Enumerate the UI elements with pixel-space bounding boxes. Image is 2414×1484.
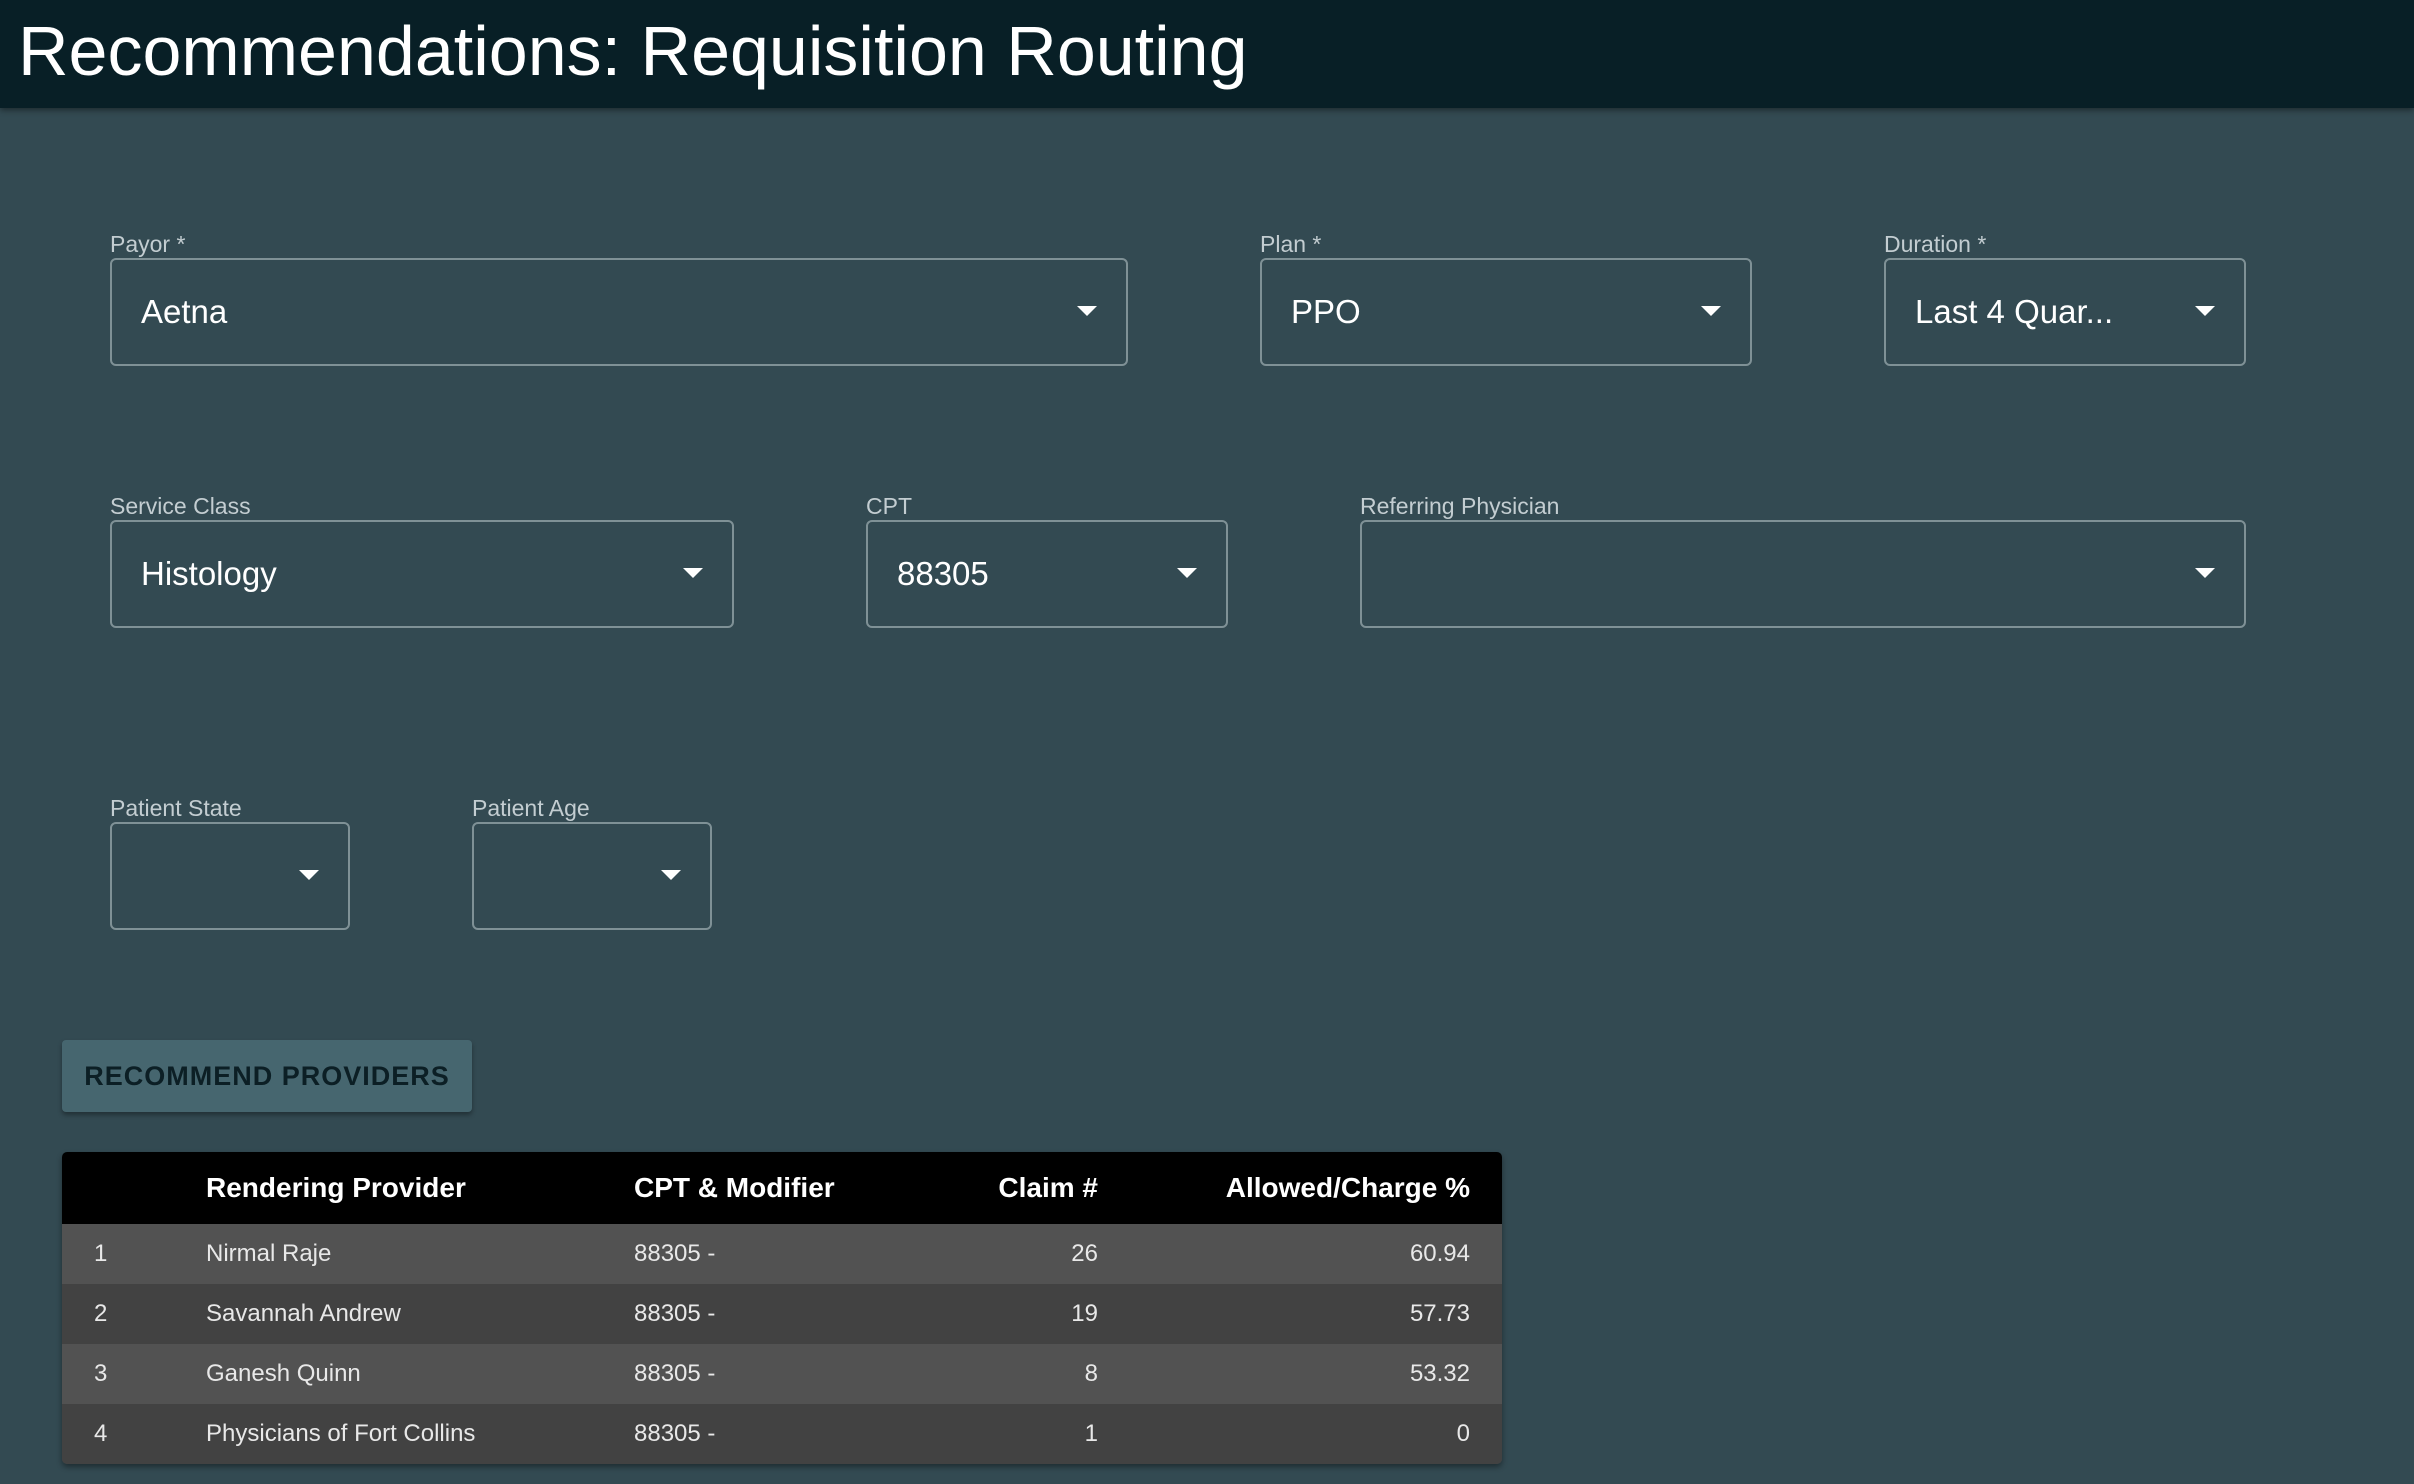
chevron-down-icon[interactable] <box>661 870 681 880</box>
page-title: Recommendations: Requisition Routing <box>18 12 1248 90</box>
chevron-down-icon[interactable] <box>1077 306 1097 316</box>
table-row[interactable]: 2 Savannah Andrew 88305 - 19 57.73 <box>62 1284 1502 1344</box>
row-allowed-charge: 60.94 <box>1409 1240 1470 1267</box>
patient-age-select[interactable] <box>472 822 712 930</box>
chevron-down-icon[interactable] <box>1177 568 1197 578</box>
service-class-label: Service Class <box>110 493 251 519</box>
chevron-down-icon[interactable] <box>2195 568 2215 578</box>
table-row[interactable]: 4 Physicians of Fort Collins 88305 - 1 0 <box>62 1404 1502 1464</box>
cpt-field[interactable]: CPT 88305 <box>866 492 1228 636</box>
table-row[interactable]: 1 Nirmal Raje 88305 - 26 60.94 <box>62 1224 1502 1284</box>
row-rank: 2 <box>94 1300 108 1327</box>
row-allowed-charge: 0 <box>1456 1420 1470 1447</box>
referring-physician-field[interactable]: Referring Physician <box>1360 492 2246 636</box>
service-class-value: Histology <box>141 555 277 592</box>
payor-label: Payor * <box>110 231 186 257</box>
row-provider: Savannah Andrew <box>206 1300 401 1327</box>
patient-age-label: Patient Age <box>472 795 590 821</box>
duration-select[interactable]: Last 4 Quar... <box>1884 258 2246 366</box>
column-header-cpt[interactable]: CPT & Modifier <box>634 1152 835 1224</box>
row-claims: 26 <box>1071 1240 1098 1267</box>
row-allowed-charge: 53.32 <box>1409 1360 1470 1387</box>
payor-value: Aetna <box>141 293 228 330</box>
referring-physician-label: Referring Physician <box>1360 493 1560 519</box>
chevron-down-icon[interactable] <box>1701 306 1721 316</box>
row-claims: 8 <box>1084 1360 1098 1387</box>
row-rank: 3 <box>94 1360 108 1387</box>
payor-select[interactable]: Aetna <box>110 258 1128 366</box>
row-claims: 19 <box>1071 1300 1098 1327</box>
patient-state-select[interactable] <box>110 822 350 930</box>
payor-field[interactable]: Payor * Aetna <box>110 230 1128 374</box>
plan-field[interactable]: Plan * PPO <box>1260 230 1752 374</box>
plan-value: PPO <box>1291 293 1361 330</box>
chevron-down-icon[interactable] <box>2195 306 2215 316</box>
patient-state-label: Patient State <box>110 795 242 821</box>
cpt-select[interactable]: 88305 <box>866 520 1228 628</box>
column-header-allowed-charge[interactable]: Allowed/Charge % <box>1226 1152 1470 1224</box>
row-cpt: 88305 - <box>634 1240 716 1267</box>
service-class-field[interactable]: Service Class Histology <box>110 492 734 636</box>
service-class-select[interactable]: Histology <box>110 520 734 628</box>
table-header: Rendering Provider CPT & Modifier Claim … <box>62 1152 1502 1224</box>
column-header-claims[interactable]: Claim # <box>998 1152 1098 1224</box>
chevron-down-icon[interactable] <box>683 568 703 578</box>
duration-field[interactable]: Duration * Last 4 Quar... <box>1884 230 2246 374</box>
row-claims: 1 <box>1084 1420 1098 1447</box>
cpt-value: 88305 <box>897 555 989 592</box>
row-cpt: 88305 - <box>634 1360 716 1387</box>
duration-value: Last 4 Quar... <box>1915 293 2114 330</box>
row-provider: Nirmal Raje <box>206 1240 332 1267</box>
row-rank: 4 <box>94 1420 108 1447</box>
plan-label: Plan * <box>1260 231 1322 257</box>
column-header-provider[interactable]: Rendering Provider <box>206 1152 466 1224</box>
providers-table: Rendering Provider CPT & Modifier Claim … <box>62 1152 1502 1464</box>
chevron-down-icon[interactable] <box>299 870 319 880</box>
cpt-label: CPT <box>866 493 912 519</box>
referring-physician-select[interactable] <box>1360 520 2246 628</box>
duration-label: Duration * <box>1884 231 1987 257</box>
app-header: Recommendations: Requisition Routing <box>0 0 2414 108</box>
table-row[interactable]: 3 Ganesh Quinn 88305 - 8 53.32 <box>62 1344 1502 1404</box>
row-rank: 1 <box>94 1240 108 1267</box>
row-provider: Physicians of Fort Collins <box>206 1420 476 1447</box>
row-cpt: 88305 - <box>634 1300 716 1327</box>
patient-age-field[interactable]: Patient Age <box>472 794 712 938</box>
row-allowed-charge: 57.73 <box>1409 1300 1470 1327</box>
row-cpt: 88305 - <box>634 1420 716 1447</box>
plan-select[interactable]: PPO <box>1260 258 1752 366</box>
row-provider: Ganesh Quinn <box>206 1360 361 1387</box>
recommend-providers-button[interactable]: RECOMMEND PROVIDERS <box>62 1040 472 1112</box>
patient-state-field[interactable]: Patient State <box>110 794 350 938</box>
